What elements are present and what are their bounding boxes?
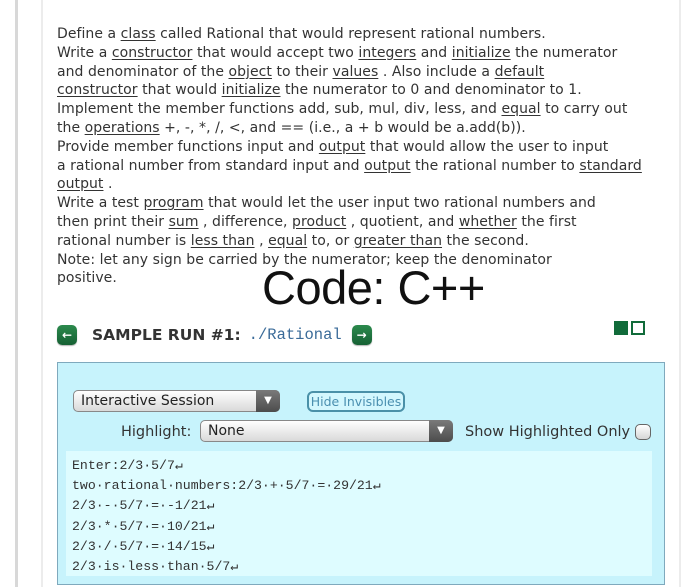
output-line: Enter:2/3·5/7↵ bbox=[72, 458, 183, 473]
problem-text: the first bbox=[516, 213, 577, 230]
glossary-link[interactable]: constructor bbox=[112, 45, 193, 61]
problem-text: . Also include a bbox=[378, 63, 495, 80]
glossary-link[interactable]: standard bbox=[579, 158, 642, 174]
problem-text: and denominator of the bbox=[57, 63, 229, 80]
glossary-link[interactable]: default bbox=[495, 64, 545, 80]
problem-text: . bbox=[103, 176, 113, 193]
problem-text: the numerator to 0 and denominator to 1. bbox=[280, 82, 582, 99]
previous-run-button[interactable]: ← bbox=[57, 325, 77, 345]
problem-text: the second. bbox=[442, 232, 529, 249]
problem-line: constructor that would initialize the nu… bbox=[57, 81, 657, 100]
highlight-label: Highlight: bbox=[121, 424, 192, 440]
problem-line: output . bbox=[57, 175, 657, 194]
glossary-link[interactable]: values bbox=[332, 64, 378, 80]
problem-text: to their bbox=[271, 63, 333, 80]
empty-square-icon[interactable] bbox=[631, 321, 645, 335]
hide-invisibles-button[interactable]: Hide Invisibles bbox=[307, 391, 405, 412]
dropdown-arrow-icon: ▼ bbox=[429, 420, 453, 442]
glossary-link[interactable]: output bbox=[319, 139, 365, 155]
problem-text: and bbox=[416, 44, 452, 61]
glossary-link[interactable]: whether bbox=[459, 214, 517, 230]
problem-text: Define a bbox=[57, 26, 121, 42]
session-mode-value: Interactive Session bbox=[81, 393, 215, 409]
problem-text: that would bbox=[137, 82, 222, 99]
code-language-label: Code: C++ bbox=[262, 261, 485, 314]
glossary-link[interactable]: greater than bbox=[354, 233, 442, 249]
filled-square-icon[interactable] bbox=[614, 321, 628, 335]
run-command: ./Rational bbox=[248, 326, 342, 344]
glossary-link[interactable]: sum bbox=[169, 214, 199, 230]
problem-text: that would let the user input two ration… bbox=[203, 195, 596, 212]
sample-run-header: ← SAMPLE RUN #1: ./Rational → bbox=[57, 323, 372, 347]
glossary-link[interactable]: constructor bbox=[57, 82, 138, 98]
problem-text: , difference, bbox=[198, 213, 293, 230]
glossary-link[interactable]: less than bbox=[191, 233, 255, 249]
output-line: 2/3·/·5/7·=·14/15↵ bbox=[72, 538, 215, 554]
session-mode-select[interactable]: Interactive Session ▼ bbox=[73, 390, 280, 412]
problem-text: the rational number to bbox=[410, 157, 580, 174]
problem-text: Write a bbox=[57, 44, 112, 61]
problem-text: , quotient, and bbox=[346, 213, 459, 230]
glossary-link[interactable]: class bbox=[121, 26, 156, 42]
glossary-link[interactable]: integers bbox=[358, 45, 416, 61]
glossary-link[interactable]: initialize bbox=[222, 82, 281, 98]
problem-text: that would accept two bbox=[192, 44, 359, 61]
problem-line: then print their sum , difference, produ… bbox=[57, 213, 657, 232]
glossary-link[interactable]: initialize bbox=[452, 45, 511, 61]
glossary-link[interactable]: object bbox=[229, 64, 272, 80]
problem-text: Implement the member functions add, sub,… bbox=[57, 101, 502, 118]
problem-line: and denominator of the object to their v… bbox=[57, 63, 657, 82]
show-highlighted-only-checkbox[interactable] bbox=[635, 424, 652, 440]
highlight-value: None bbox=[208, 423, 245, 439]
output-line: two·rational·numbers:2/3·+·5/7·=·29/21↵ bbox=[72, 478, 381, 494]
problem-line: Write a test program that would let the … bbox=[57, 194, 657, 213]
highlight-select[interactable]: None ▼ bbox=[200, 420, 453, 442]
dropdown-arrow-icon: ▼ bbox=[256, 390, 280, 412]
problem-line: Define a class called Rational that woul… bbox=[57, 25, 657, 44]
problem-line: rational number is less than , equal to,… bbox=[57, 232, 657, 251]
glossary-link[interactable]: output bbox=[364, 158, 410, 174]
problem-text: positive. bbox=[57, 270, 117, 287]
glossary-link[interactable]: equal bbox=[501, 101, 540, 117]
glossary-link[interactable]: program bbox=[143, 195, 203, 211]
output-line: 2/3·*·5/7·=·10/21↵ bbox=[72, 518, 215, 534]
problem-text: a rational number from standard input an… bbox=[57, 157, 365, 174]
left-page-border bbox=[15, 0, 18, 587]
next-run-button[interactable]: → bbox=[351, 325, 372, 345]
interactive-session-panel: Interactive Session ▼ Hide Invisibles Hi… bbox=[57, 362, 665, 585]
arrow-right-icon: → bbox=[356, 328, 367, 342]
problem-statement: Define a class called Rational that woul… bbox=[57, 25, 657, 288]
problem-text: then print their bbox=[57, 213, 169, 230]
glossary-link[interactable]: equal bbox=[268, 233, 307, 249]
problem-text: that would allow the user to input bbox=[365, 138, 609, 155]
problem-line: Provide member functions input and outpu… bbox=[57, 138, 657, 157]
problem-text: Provide member functions input and bbox=[57, 138, 319, 155]
problem-line: Implement the member functions add, sub,… bbox=[57, 100, 657, 119]
problem-text: to, or bbox=[307, 232, 354, 249]
arrow-left-icon: ← bbox=[61, 328, 73, 342]
show-highlighted-only-control: Show Highlighted Only bbox=[465, 423, 652, 441]
problem-text: Write a test bbox=[57, 195, 144, 212]
problem-line: a rational number from standard input an… bbox=[57, 157, 657, 176]
problem-text: the bbox=[57, 119, 85, 136]
problem-line: the operations +, -, *, /, <, and == (i.… bbox=[57, 119, 657, 138]
show-highlighted-only-label: Show Highlighted Only bbox=[465, 424, 631, 440]
problem-text: +, -, *, /, <, and == (i.e., a + b would… bbox=[159, 119, 526, 136]
problem-text: , bbox=[254, 232, 269, 249]
output-line: 2/3·is·less·than·5/7↵ bbox=[72, 558, 239, 574]
problem-text: rational number is bbox=[57, 232, 191, 249]
problem-text: called Rational that would represent rat… bbox=[155, 26, 546, 42]
problem-text: to carry out bbox=[540, 101, 628, 118]
problem-line: Write a constructor that would accept tw… bbox=[57, 44, 657, 63]
sample-run-title: SAMPLE RUN #1: bbox=[92, 326, 241, 344]
glossary-link[interactable]: operations bbox=[85, 120, 160, 136]
session-output: Enter:2/3·5/7↵ two·rational·numbers:2/3·+… bbox=[66, 451, 652, 576]
output-line: 2/3·-·5/7·=·-1/21↵ bbox=[72, 498, 215, 514]
problem-text: the numerator bbox=[510, 44, 618, 61]
view-toggle[interactable] bbox=[614, 321, 645, 335]
glossary-link[interactable]: product bbox=[292, 214, 346, 230]
glossary-link[interactable]: output bbox=[57, 176, 103, 192]
